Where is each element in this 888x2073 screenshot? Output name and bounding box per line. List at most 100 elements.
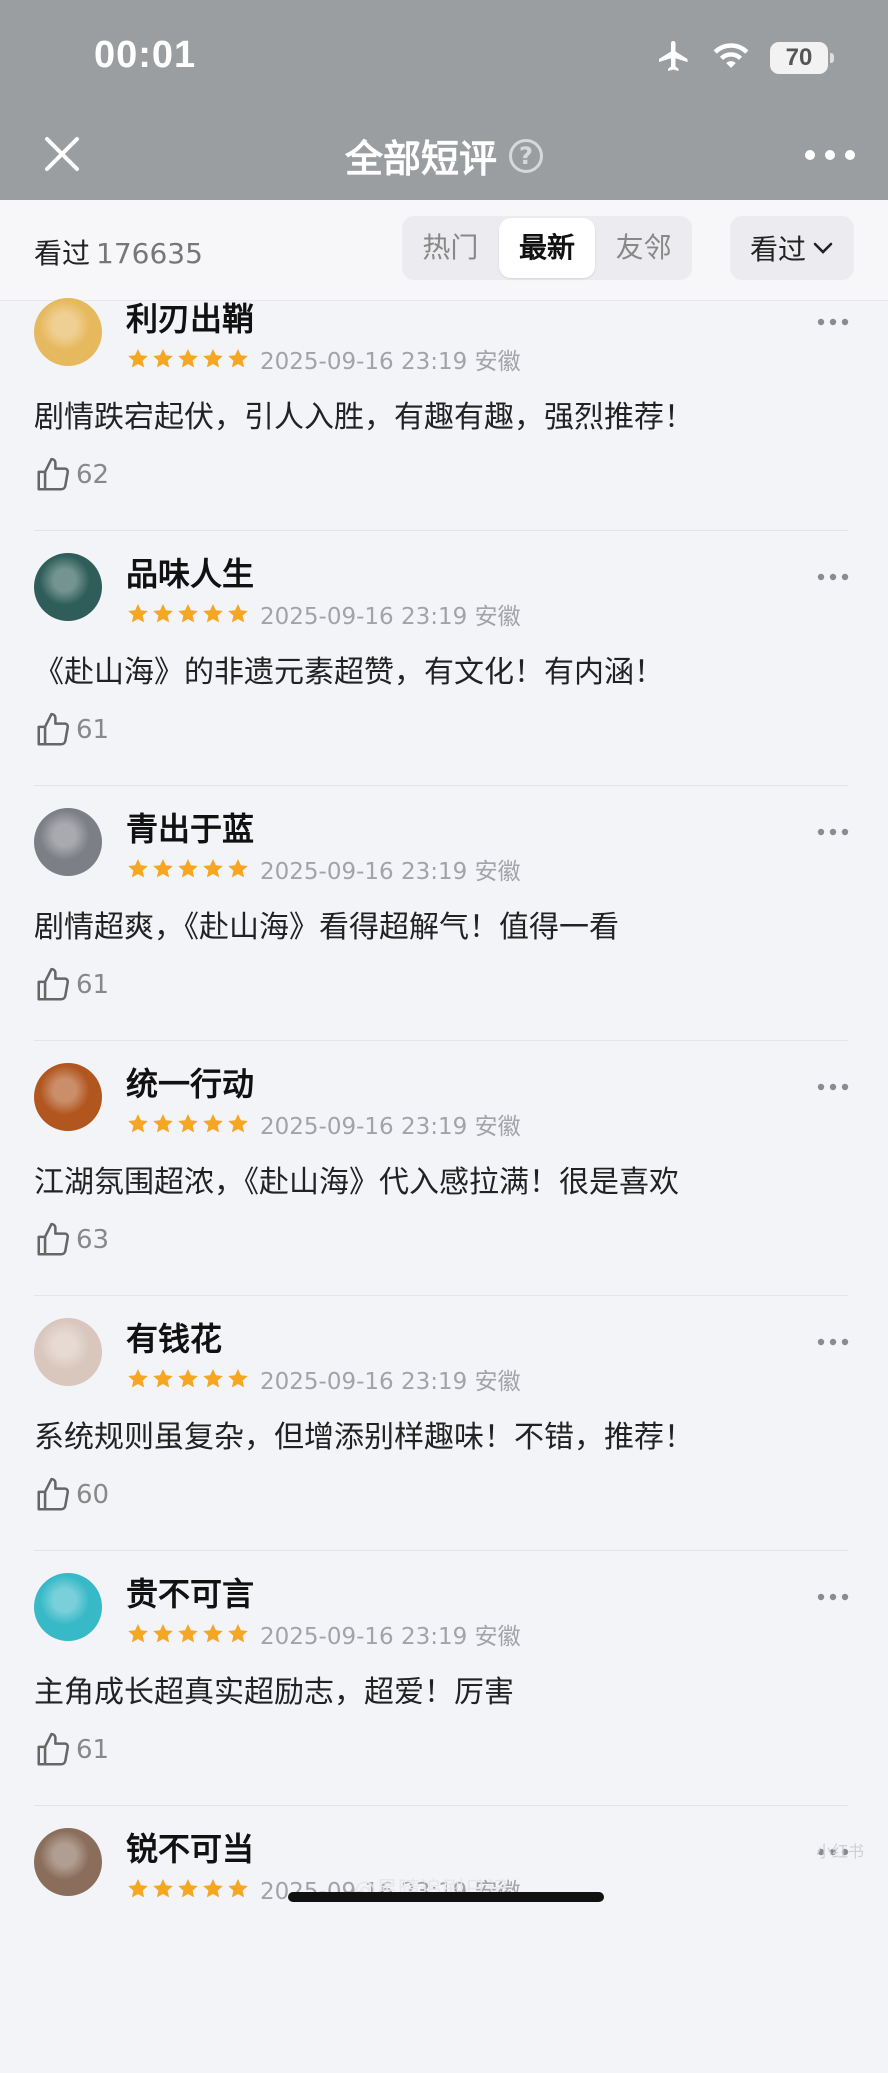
star-icon: [128, 349, 148, 368]
thumbs-up-icon: [37, 967, 70, 1001]
sort-tabs: 热门 最新 友邻: [402, 216, 692, 280]
avatar[interactable]: [34, 1828, 102, 1896]
like-count: 62: [76, 460, 110, 490]
review-meta: 2025-09-16 23:19 安徽: [126, 1107, 521, 1141]
reviewer-name[interactable]: 利刃出鞘: [126, 294, 254, 340]
thumbs-up-icon: [37, 712, 70, 746]
divider: [34, 1040, 848, 1041]
star-icon: [128, 1879, 148, 1898]
star-icon: [178, 1369, 198, 1388]
tab-hot[interactable]: 热门: [402, 218, 499, 278]
more-button[interactable]: [802, 140, 858, 170]
wifi-icon: [712, 41, 750, 75]
star-icon: [228, 859, 248, 878]
review-text: 主角成长超真实超励志，超爱！厉害: [34, 1675, 514, 1710]
star-icon: [128, 1369, 148, 1388]
page-title-text: 全部短评: [344, 137, 497, 181]
reviewer-name[interactable]: 统一行动: [126, 1059, 254, 1105]
like-button[interactable]: 62: [34, 456, 109, 494]
status-filter-dropdown[interactable]: 看过: [730, 216, 854, 280]
like-count: 61: [76, 970, 110, 1000]
avatar[interactable]: [34, 298, 102, 366]
status-icons: 70: [656, 38, 834, 78]
like-count: 61: [76, 1735, 110, 1765]
tab-latest[interactable]: 最新: [498, 218, 596, 278]
review-item: 统一行动 2025-09-16 23:19 安徽 江湖氛围超浓，《赴山海》代入感拉满…: [0, 1053, 888, 1308]
avatar[interactable]: [34, 808, 102, 876]
star-icon: [203, 1624, 223, 1643]
review-item: 有钱花 2025-09-16 23:19 安徽 系统规则虽复杂，但增添别样趣味！不错…: [0, 1308, 888, 1563]
rating-stars: [126, 857, 250, 881]
star-icon: [203, 349, 223, 368]
like-count: 63: [76, 1225, 110, 1255]
divider: [34, 1550, 848, 1551]
rating-stars: [126, 1112, 250, 1136]
star-icon: [153, 1624, 173, 1643]
rating-stars: [126, 347, 250, 371]
rating-stars: [126, 1877, 250, 1901]
reviewer-name[interactable]: 青出于蓝: [126, 804, 254, 850]
status-bar: 00:01 70: [0, 0, 888, 110]
review-item: 青出于蓝 2025-09-16 23:19 安徽剧情超爽，《赴山海》看得超解气！值…: [0, 798, 888, 1053]
review-more-button[interactable]: [816, 302, 850, 335]
divider: [34, 1805, 848, 1806]
more-icon: [817, 1338, 849, 1346]
avatar[interactable]: [34, 1063, 102, 1131]
reviewer-name[interactable]: 有钱花: [126, 1314, 222, 1360]
tab-friends[interactable]: 友邻: [595, 218, 692, 278]
review-more-button[interactable]: [816, 557, 850, 590]
like-button[interactable]: 61: [34, 711, 109, 749]
like-button[interactable]: 61: [34, 1731, 109, 1769]
reviewer-name[interactable]: 锐不可当: [126, 1824, 254, 1870]
review-date: 2025-09-16 23:19 安徽: [260, 349, 521, 375]
like-button[interactable]: 61: [34, 966, 109, 1004]
reviewer-name[interactable]: 品味人生: [126, 549, 254, 595]
star-icon: [128, 1114, 148, 1133]
star-icon: [153, 349, 173, 368]
star-icon: [178, 349, 198, 368]
review-more-button[interactable]: [816, 812, 850, 845]
star-icon: [153, 1879, 173, 1898]
review-more-button[interactable]: [816, 1067, 850, 1100]
like-button[interactable]: 63: [34, 1221, 109, 1259]
review-meta: 2025-09-16 23:19 安徽: [126, 1362, 521, 1396]
like-button[interactable]: 60: [34, 1476, 109, 1514]
battery-indicator: 70: [770, 42, 834, 74]
divider: [34, 785, 848, 786]
review-meta: 2025-09-16 23:19 安徽: [126, 852, 521, 886]
star-icon: [228, 604, 248, 623]
review-text: 《赴山海》的非遗元素超赞，有文化！有内涵！: [34, 655, 664, 690]
seen-label: 看过: [34, 237, 91, 270]
help-icon[interactable]: ?: [509, 138, 543, 173]
review-meta: 2025-09-16 23:19 安徽: [126, 597, 521, 631]
more-icon: [817, 318, 849, 326]
avatar[interactable]: [34, 1573, 102, 1641]
review-item: 品味人生 2025-09-16 23:19 安徽《赴山海》的非遗元素超赞，有文化！…: [0, 543, 888, 798]
review-date: 2025-09-16 23:19 安徽: [260, 604, 521, 630]
avatar[interactable]: [34, 1318, 102, 1386]
review-more-button[interactable]: [816, 1577, 850, 1610]
thumbs-up-icon: [37, 1732, 70, 1766]
star-icon: [228, 1624, 248, 1643]
more-icon: [817, 573, 849, 581]
star-icon: [228, 349, 248, 368]
avatar[interactable]: [34, 553, 102, 621]
review-date: 2025-09-16 23:19 安徽: [260, 1624, 521, 1650]
more-icon: [817, 1083, 849, 1091]
review-date: 2025-09-16 23:19 安徽: [260, 1369, 521, 1395]
star-icon: [153, 1369, 173, 1388]
chevron-down-icon: [813, 242, 833, 254]
rating-stars: [126, 1622, 250, 1646]
review-item: 锐不可当2025-09-16 23:19 安徽: [0, 1818, 888, 2073]
review-meta: 2025-09-16 23:19 安徽: [126, 342, 521, 376]
star-icon: [228, 1369, 248, 1388]
review-item: 贵不可言 2025-09-16 23:19 安徽主角成长超真实超励志，超爱！厉害 6…: [0, 1563, 888, 1818]
review-text: 剧情跌宕起伏，引人入胜，有趣有趣，强烈推荐！: [34, 400, 694, 435]
review-more-button[interactable]: [816, 1322, 850, 1355]
star-icon: [203, 604, 223, 623]
rating-stars: [126, 602, 250, 626]
thumbs-up-icon: [37, 1477, 70, 1511]
review-text: 剧情超爽，《赴山海》看得超解气！值得一看: [34, 910, 619, 945]
reviewer-name[interactable]: 贵不可言: [126, 1569, 254, 1615]
star-icon: [178, 859, 198, 878]
